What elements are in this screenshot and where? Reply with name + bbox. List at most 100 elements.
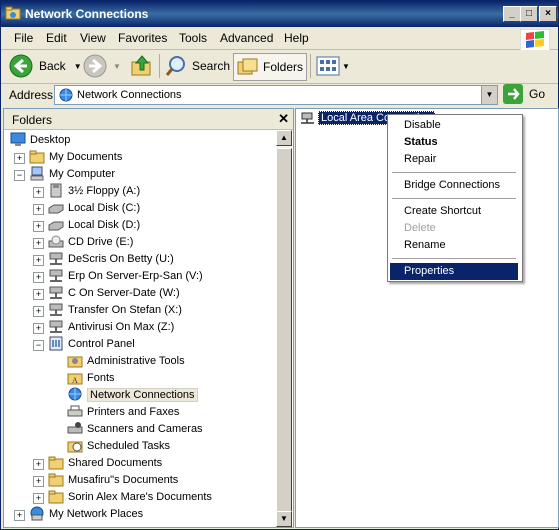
tree-item-network-drive-u[interactable]: DeScris On Betty (U:) <box>48 250 174 267</box>
back-button[interactable]: Back ▼ <box>9 53 82 79</box>
network-adapter-icon <box>301 112 314 124</box>
expand-toggle[interactable]: + <box>33 476 44 487</box>
search-button[interactable]: Search <box>164 53 230 79</box>
folders-button[interactable]: Folders <box>233 53 307 81</box>
toolbar-separator <box>310 54 311 78</box>
tree-item-floppy[interactable]: 3½ Floppy (A:) <box>48 182 140 199</box>
folder-icon <box>48 473 64 487</box>
tree-item-musafiru-documents[interactable]: Musafiru"s Documents <box>48 471 178 488</box>
collapse-toggle[interactable]: − <box>14 170 25 181</box>
expand-toggle[interactable]: + <box>33 187 44 198</box>
expand-toggle[interactable]: + <box>33 272 44 283</box>
tree-item-local-disk-d[interactable]: Local Disk (D:) <box>48 216 140 233</box>
close-button[interactable]: × <box>539 6 557 22</box>
tree-item-shared-documents[interactable]: Shared Documents <box>48 454 162 471</box>
views-dropdown-icon[interactable]: ▼ <box>342 62 350 71</box>
tree-item-network-drive-v[interactable]: Erp On Server-Erp-San (V:) <box>48 267 203 284</box>
tree-item-scanners-and-cameras[interactable]: Scanners and Cameras <box>67 420 203 437</box>
floppy-icon <box>50 183 62 198</box>
close-folders-pane-icon[interactable]: ✕ <box>278 111 289 127</box>
tree-item-label: Shared Documents <box>68 456 163 469</box>
expand-toggle[interactable]: + <box>14 153 25 164</box>
folder-tree-scrollbar[interactable]: ▲ ▼ <box>276 130 292 527</box>
collapse-toggle[interactable]: − <box>33 340 44 351</box>
back-dropdown-icon[interactable]: ▼ <box>74 62 82 71</box>
go-button[interactable]: Go <box>503 84 545 104</box>
menu-item-create-shortcut[interactable]: Create Shortcut <box>390 203 518 220</box>
toolbar-separator <box>159 54 160 78</box>
menu-favorites[interactable]: Favorites <box>118 31 167 45</box>
folder-icon <box>29 150 45 164</box>
scroll-thumb[interactable] <box>276 148 292 518</box>
expand-toggle[interactable]: + <box>33 255 44 266</box>
forward-button[interactable]: ▼ <box>83 53 121 79</box>
folders-icon <box>237 58 258 75</box>
address-dropdown-button[interactable]: ▼ <box>481 85 498 105</box>
expand-toggle[interactable]: + <box>33 493 44 504</box>
expand-toggle[interactable]: + <box>33 238 44 249</box>
maximize-button[interactable]: □ <box>520 6 538 22</box>
network-drive-icon <box>49 286 63 299</box>
expand-toggle[interactable]: + <box>33 459 44 470</box>
tree-item-sorin-documents[interactable]: Sorin Alex Mare's Documents <box>48 488 212 505</box>
expand-toggle[interactable]: + <box>33 323 44 334</box>
menu-advanced[interactable]: Advanced <box>220 31 273 45</box>
toolbar: Back ▼ ▼ Search Folders ▼ <box>1 50 558 84</box>
tree-item-my-network-places[interactable]: My Network Places <box>29 505 143 522</box>
tree-item-administrative-tools[interactable]: Administrative Tools <box>67 352 185 369</box>
menu-item-disable[interactable]: Disable <box>390 117 518 134</box>
scroll-down-button[interactable]: ▼ <box>276 511 292 527</box>
menu-item-rename[interactable]: Rename <box>390 237 518 254</box>
menu-help[interactable]: Help <box>284 31 309 45</box>
network-connections-icon <box>68 387 82 401</box>
go-label: Go <box>529 87 546 101</box>
menu-view[interactable]: View <box>80 31 106 45</box>
expand-toggle[interactable]: + <box>33 306 44 317</box>
computer-icon <box>30 166 44 181</box>
explorer-window: Network Connections _ □ × File Edit View… <box>0 0 559 530</box>
fonts-folder-icon: A <box>67 373 83 385</box>
expand-toggle[interactable]: + <box>33 289 44 300</box>
tree-item-local-disk-c[interactable]: Local Disk (C:) <box>48 199 140 216</box>
expand-toggle[interactable]: + <box>33 221 44 232</box>
tree-item-control-panel[interactable]: Control Panel <box>48 335 135 352</box>
menu-item-repair[interactable]: Repair <box>390 151 518 168</box>
window-title: Network Connections <box>25 7 149 21</box>
tree-item-my-documents[interactable]: My Documents <box>29 148 122 165</box>
menu-item-bridge-connections[interactable]: Bridge Connections <box>390 177 518 194</box>
address-input[interactable]: Network Connections <box>54 85 483 105</box>
expand-toggle[interactable]: + <box>14 510 25 521</box>
menu-separator <box>392 258 516 259</box>
menu-file[interactable]: File <box>14 31 33 45</box>
search-icon <box>165 56 185 76</box>
folder-icon <box>48 456 64 470</box>
back-arrow-icon <box>9 54 33 78</box>
forward-dropdown-icon[interactable]: ▼ <box>113 62 121 71</box>
tree-item-fonts[interactable]: A Fonts <box>67 369 115 386</box>
tree-item-network-drive-z[interactable]: Antivirusi On Max (Z:) <box>48 318 174 335</box>
menu-edit[interactable]: Edit <box>46 31 67 45</box>
network-connections-icon <box>5 6 21 20</box>
views-button[interactable]: ▼ <box>316 53 350 79</box>
menu-item-properties[interactable]: Properties <box>390 263 518 280</box>
tree-item-network-drive-w[interactable]: C On Server-Date (W:) <box>48 284 180 301</box>
tree-item-desktop[interactable]: Desktop <box>10 131 70 148</box>
tree-item-scheduled-tasks[interactable]: Scheduled Tasks <box>67 437 170 454</box>
tree-item-my-computer[interactable]: My Computer <box>29 165 115 182</box>
tree-item-network-connections[interactable]: Network Connections <box>67 386 198 403</box>
tree-item-printers-and-faxes[interactable]: Printers and Faxes <box>67 403 179 420</box>
network-drive-icon <box>49 252 63 265</box>
expand-toggle[interactable]: + <box>33 204 44 215</box>
menu-item-status[interactable]: Status <box>390 134 518 151</box>
minimize-button[interactable]: _ <box>503 6 521 22</box>
network-connections-icon <box>59 88 73 102</box>
menu-tools[interactable]: Tools <box>179 31 207 45</box>
title-bar[interactable]: Network Connections _ □ × <box>1 1 558 27</box>
up-button[interactable] <box>130 53 154 79</box>
scroll-up-button[interactable]: ▲ <box>276 130 292 146</box>
folders-label: Folders <box>263 60 304 74</box>
tree-item-cd-drive[interactable]: CD Drive (E:) <box>48 233 133 250</box>
address-bar: Address Network Connections ▼ Go <box>1 84 558 106</box>
tree-item-network-drive-x[interactable]: Transfer On Stefan (X:) <box>48 301 182 318</box>
printer-icon <box>67 405 83 417</box>
